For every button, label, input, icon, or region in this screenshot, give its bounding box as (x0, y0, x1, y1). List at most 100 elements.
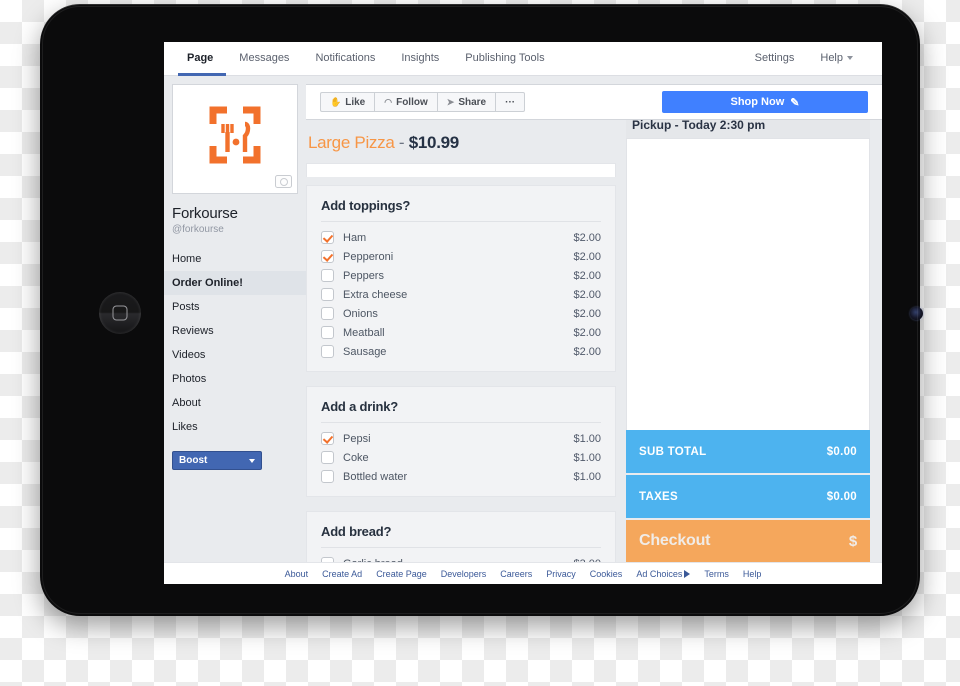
footer-link-careers[interactable]: Careers (500, 569, 532, 579)
option-row-ham[interactable]: Ham $2.00 (321, 228, 601, 247)
nav-tab-insights[interactable]: Insights (388, 42, 452, 76)
nav-help-menu[interactable]: Help (807, 52, 866, 67)
checkbox-sausage[interactable] (321, 345, 334, 358)
nav-tab-label: Publishing Tools (465, 51, 545, 64)
footer-link-developers[interactable]: Developers (441, 569, 487, 579)
share-button[interactable]: ➤ Share (436, 92, 496, 112)
option-row-pepperoni[interactable]: Pepperoni $2.00 (321, 247, 601, 266)
home-button[interactable] (99, 292, 141, 334)
option-row-peppers[interactable]: Peppers $2.00 (321, 266, 601, 285)
boost-button[interactable]: Boost (172, 451, 262, 470)
checkbox-pepperoni[interactable] (321, 250, 334, 263)
footer-link-create-ad[interactable]: Create Ad (322, 569, 362, 579)
tablet-device: Page Messages Notifications Insights Pub… (40, 4, 923, 616)
nav-tab-label: Messages (239, 51, 290, 64)
pencil-edit-icon: ✎ (790, 96, 800, 109)
page-handle: @forkourse (172, 224, 224, 235)
option-group-drinks: Add a drink? Pepsi $1.00 Coke $1.00 Bott… (306, 386, 616, 497)
subtotal-row: SUB TOTAL $0.00 (626, 430, 870, 473)
option-row-sausage[interactable]: Sausage $2.00 (321, 342, 601, 361)
option-price: $1.00 (573, 451, 601, 464)
checkout-button[interactable]: Checkout $ (626, 520, 870, 562)
follow-button[interactable]: ◠ Follow (374, 92, 437, 112)
taxes-row: TAXES $0.00 (626, 475, 870, 518)
option-row-extra-cheese[interactable]: Extra cheese $2.00 (321, 285, 601, 304)
option-row-garlic-bread[interactable]: Garlic bread $3.00 (321, 554, 601, 562)
footer-link-ad-choices[interactable]: Ad Choices (636, 569, 691, 579)
page-sidebar: Forkourse @forkourse Home Order Online! … (164, 76, 306, 562)
checkbox-onions[interactable] (321, 307, 334, 320)
footer-link-terms[interactable]: Terms (704, 569, 729, 579)
footer-link-create-page[interactable]: Create Page (376, 569, 427, 579)
footer-link-about[interactable]: About (285, 569, 309, 579)
option-label: Pepperoni (343, 250, 394, 263)
shop-now-label: Shop Now (730, 96, 785, 108)
sidebar-item-posts[interactable]: Posts (164, 295, 306, 319)
option-price: $2.00 (573, 231, 601, 244)
taxes-value: $0.00 (826, 490, 857, 503)
shop-now-button[interactable]: Shop Now ✎ (662, 91, 868, 113)
nav-right-group: Settings Help (746, 42, 866, 75)
fork-knife-frame-icon (209, 106, 261, 164)
option-group-toppings: Add toppings? Ham $2.00 Pepperoni $2.00 (306, 185, 616, 372)
sidebar-item-order-online[interactable]: Order Online! (164, 271, 306, 295)
sidebar-item-reviews[interactable]: Reviews (164, 319, 306, 343)
page-title: Forkourse (172, 205, 238, 222)
nav-tab-publishing-tools[interactable]: Publishing Tools (452, 42, 557, 76)
checkbox-peppers[interactable] (321, 269, 334, 282)
checkbox-ham[interactable] (321, 231, 334, 244)
like-button[interactable]: ✋ Like (320, 92, 375, 112)
page-body: Forkourse @forkourse Home Order Online! … (164, 76, 882, 562)
sidebar-item-home[interactable]: Home (164, 247, 306, 271)
more-options-button[interactable]: ··· (495, 92, 526, 112)
front-camera-icon (910, 307, 923, 320)
sidebar-nav: Home Order Online! Posts Reviews Videos … (164, 247, 306, 439)
main-inner: Large Pizza - $10.99 Add toppings? Ham $ (306, 120, 882, 562)
option-label: Sausage (343, 345, 387, 358)
nav-tab-label: Notifications (315, 51, 376, 64)
sidebar-item-about[interactable]: About (164, 391, 306, 415)
nav-tab-messages[interactable]: Messages (226, 42, 302, 76)
chevron-down-icon (249, 458, 255, 463)
checkbox-extra-cheese[interactable] (321, 288, 334, 301)
option-label: Peppers (343, 269, 384, 282)
page-profile-photo[interactable] (172, 84, 298, 194)
nav-tab-label: Page (187, 51, 214, 64)
cart-column: Pickup - Today 2:30 pm SUB TOTAL $0.00 T… (626, 120, 882, 562)
checkbox-coke[interactable] (321, 451, 334, 464)
subtotal-label: SUB TOTAL (639, 445, 707, 458)
nav-tab-notifications[interactable]: Notifications (302, 42, 388, 76)
camera-icon[interactable] (275, 175, 292, 188)
checkbox-meatball[interactable] (321, 326, 334, 339)
checkbox-bottled-water[interactable] (321, 470, 334, 483)
chevron-down-icon (847, 55, 853, 60)
nav-tab-label: Insights (401, 51, 440, 64)
sidebar-item-videos[interactable]: Videos (164, 343, 306, 367)
option-row-bottled-water[interactable]: Bottled water $1.00 (321, 467, 601, 486)
product-title: Large Pizza - $10.99 (306, 120, 626, 163)
option-row-coke[interactable]: Coke $1.00 (321, 448, 601, 467)
option-row-meatball[interactable]: Meatball $2.00 (321, 323, 601, 342)
option-row-pepsi[interactable]: Pepsi $1.00 (321, 429, 601, 448)
option-label: Meatball (343, 326, 385, 339)
footer-link-privacy[interactable]: Privacy (546, 569, 576, 579)
site-footer: About Create Ad Create Page Developers C… (164, 562, 882, 584)
option-group-bread: Add bread? Garlic bread $3.00 Cheese bre… (306, 511, 616, 562)
footer-link-help[interactable]: Help (743, 569, 762, 579)
option-price: $1.00 (573, 470, 601, 483)
option-row-onions[interactable]: Onions $2.00 (321, 304, 601, 323)
nav-tab-page[interactable]: Page (178, 42, 227, 76)
footer-link-cookies[interactable]: Cookies (590, 569, 623, 579)
option-price: $2.00 (573, 326, 601, 339)
checkout-label: Checkout (639, 532, 711, 549)
browser-screen: Page Messages Notifications Insights Pub… (164, 42, 882, 584)
option-label: Pepsi (343, 432, 371, 445)
boost-label: Boost (179, 455, 208, 466)
sidebar-item-photos[interactable]: Photos (164, 367, 306, 391)
checkbox-pepsi[interactable] (321, 432, 334, 445)
page-top-nav: Page Messages Notifications Insights Pub… (164, 42, 882, 76)
action-button-group: ✋ Like ◠ Follow ➤ Share ··· (320, 92, 526, 112)
ad-choices-icon (684, 569, 691, 578)
nav-settings-link[interactable]: Settings (746, 52, 808, 67)
sidebar-item-likes[interactable]: Likes (164, 415, 306, 439)
